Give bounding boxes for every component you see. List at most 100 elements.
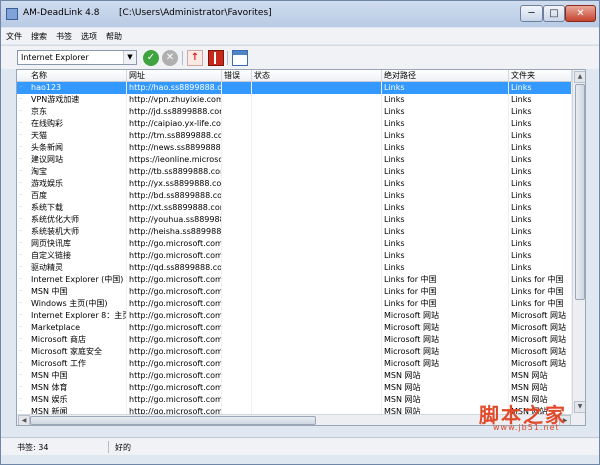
cancel-icon[interactable]: ✕	[162, 50, 178, 66]
cell-url: http://bd.ss8899888.com/	[129, 190, 222, 202]
cell-error	[222, 382, 252, 394]
cell-absolute-path: Links	[382, 130, 509, 142]
cell-url: http://vpn.zhuyixie.com/	[129, 94, 222, 106]
table-row[interactable]: · 游戏娱乐 http://yx.ss8899888.com/Links Links	[17, 178, 572, 190]
menu-search[interactable]: 搜索	[31, 31, 47, 42]
vertical-scrollbar[interactable]: ▲ ▼	[572, 70, 585, 414]
check-ok-icon[interactable]: ✓	[143, 50, 159, 66]
minimize-button[interactable]: ─	[520, 5, 543, 22]
table-row[interactable]: · 网页快讯库 http://go.microsoft.com... Links Lin…	[17, 238, 572, 250]
close-button[interactable]: ✕	[565, 5, 596, 22]
cell-status	[252, 94, 382, 106]
table-row[interactable]: · VPN游戏加速 http://vpn.zhuyixie.com/Links Lin…	[17, 94, 572, 106]
vertical-scroll-thumb[interactable]	[575, 84, 585, 300]
column-status[interactable]: 状态	[252, 70, 382, 82]
cell-absolute-path: Links	[382, 214, 509, 226]
table-row[interactable]: · Marketplace http://go.microsoft.com... Mi…	[17, 322, 572, 334]
cell-status	[252, 154, 382, 166]
menu-file[interactable]: 文件	[6, 31, 22, 42]
cell-folder: Links for 中国	[509, 286, 572, 298]
cell-folder: Links	[509, 262, 572, 274]
table-row[interactable]: · 自定义链接 http://go.microsoft.com... Links Lin…	[17, 250, 572, 262]
table-row[interactable]: · MSN 体育 http://go.microsoft.com... MSN 网站 M…	[17, 382, 572, 394]
chevron-down-icon[interactable]: ▼	[123, 51, 136, 64]
cell-absolute-path: Links	[382, 166, 509, 178]
cell-absolute-path: Links for 中国	[382, 298, 509, 310]
cell-error	[222, 358, 252, 370]
browser-select[interactable]: Internet Explorer ▼	[17, 50, 137, 65]
column-name[interactable]: 名称	[17, 70, 127, 82]
cell-folder: Links for 中国	[509, 298, 572, 310]
table-row[interactable]: ·hao123http://hao.ss8899888.co...LinksLi…	[17, 82, 572, 94]
title-bar[interactable]: AM-DeadLink 4.8 [C:\Users\Administrator\…	[1, 1, 599, 27]
cell-status	[252, 214, 382, 226]
cell-folder: Links	[509, 118, 572, 130]
cell-error	[222, 274, 252, 286]
menu-bookmarks[interactable]: 书签	[56, 31, 72, 42]
table-row[interactable]: · Microsoft 工作 http://go.microsoft.com... M…	[17, 358, 572, 370]
table-row[interactable]: ·天猫http://tm.ss8899888.com/LinksLinks	[17, 130, 572, 142]
scroll-left-icon[interactable]: ◀	[18, 415, 30, 425]
column-folder[interactable]: 文件夹	[509, 70, 572, 82]
column-url[interactable]: 网址	[127, 70, 222, 82]
table-row[interactable]: · 建议网站 https://ieonline.microso... Links Lin…	[17, 154, 572, 166]
table-row[interactable]: · 系统下载 http://xt.ss8899888.com/Links Links	[17, 202, 572, 214]
cell-folder: Microsoft 网站	[509, 346, 572, 358]
column-error[interactable]: 错误	[222, 70, 252, 82]
table-row[interactable]: · Windows 主页(中国) http://go.microsoft.com..…	[17, 298, 572, 310]
cell-absolute-path: Links	[382, 178, 509, 190]
cell-status	[252, 190, 382, 202]
cell-url: http://news.ss8899888.c...	[129, 142, 222, 154]
export-icon[interactable]: ↑	[187, 50, 203, 66]
cell-folder: Links	[509, 238, 572, 250]
table-row[interactable]: · Internet Explorer 8：主页 http://go.microso…	[17, 310, 572, 322]
cell-folder: Links	[509, 154, 572, 166]
cell-error	[222, 178, 252, 190]
table-row[interactable]: ·驱动精灵http://qd.ss8899888.com/LinksLinks	[17, 262, 572, 274]
table-row[interactable]: · Microsoft 商店 http://go.microsoft.com... M…	[17, 334, 572, 346]
cell-folder: Microsoft 网站	[509, 322, 572, 334]
column-absolute-path[interactable]: 绝对路径	[382, 70, 509, 82]
cell-url: http://go.microsoft.com...	[129, 310, 222, 322]
cell-name: hao123	[17, 82, 127, 94]
table-row[interactable]: ·头条新闻http://news.ss8899888.c...LinksLink…	[17, 142, 572, 154]
cell-error	[222, 130, 252, 142]
table-row[interactable]: · 京东 http://jd.ss8899888.com/Links Links	[17, 106, 572, 118]
table-row[interactable]: · 淘宝 http://tb.ss8899888.com/Links Links	[17, 166, 572, 178]
cell-url: http://tb.ss8899888.com/	[129, 166, 222, 178]
cell-status	[252, 298, 382, 310]
cell-absolute-path: Microsoft 网站	[382, 346, 509, 358]
table-row[interactable]: · 在线购彩 http://caipiao.yx-life.co... Links Li…	[17, 118, 572, 130]
cell-error	[222, 214, 252, 226]
menu-options[interactable]: 选项	[81, 31, 97, 42]
window-icon[interactable]	[232, 50, 248, 66]
cell-error	[222, 286, 252, 298]
table-row[interactable]: ·系统装机大师http://heisha.ss8899888...LinksLi…	[17, 226, 572, 238]
table-row[interactable]: · Internet Explorer (中国) http://go.microso…	[17, 274, 572, 286]
cell-folder: Links	[509, 94, 572, 106]
maximize-button[interactable]: □	[543, 5, 565, 22]
menu-bar: 文件 搜索 书签 选项 帮助	[1, 28, 599, 44]
table-row[interactable]: · MSN 中国 http://go.microsoft.com... Links f…	[17, 286, 572, 298]
table-row[interactable]: · Microsoft 家庭安全 http://go.microsoft.com..…	[17, 346, 572, 358]
table-row[interactable]: · MSN 中国 http://go.microsoft.com... MSN 网站 M…	[17, 370, 572, 382]
cell-url: http://tm.ss8899888.com/	[127, 130, 222, 142]
cell-name: 淘宝	[17, 166, 127, 178]
cell-name: MSN 中国	[17, 370, 127, 382]
cell-folder: Links	[509, 130, 572, 142]
cell-error	[222, 166, 252, 178]
cell-name: 百度	[17, 190, 127, 202]
cell-folder: MSN 网站	[509, 382, 572, 394]
cell-status	[252, 118, 382, 130]
cell-folder: Links	[509, 214, 572, 226]
cell-status	[252, 394, 382, 406]
scroll-up-icon[interactable]: ▲	[574, 71, 585, 83]
table-row[interactable]: ·系统优化大师http://youhua.ss8899888...LinksLi…	[17, 214, 572, 226]
horizontal-scroll-thumb[interactable]	[30, 416, 316, 425]
table-row[interactable]: ·百度http://bd.ss8899888.com/LinksLinks	[17, 190, 572, 202]
cell-name: VPN游戏加速	[17, 94, 127, 106]
cell-folder: MSN 网站	[509, 370, 572, 382]
bookmark-book-icon[interactable]	[208, 50, 224, 66]
cell-url: http://hao.ss8899888.co...	[129, 82, 222, 94]
menu-help[interactable]: 帮助	[106, 31, 122, 42]
